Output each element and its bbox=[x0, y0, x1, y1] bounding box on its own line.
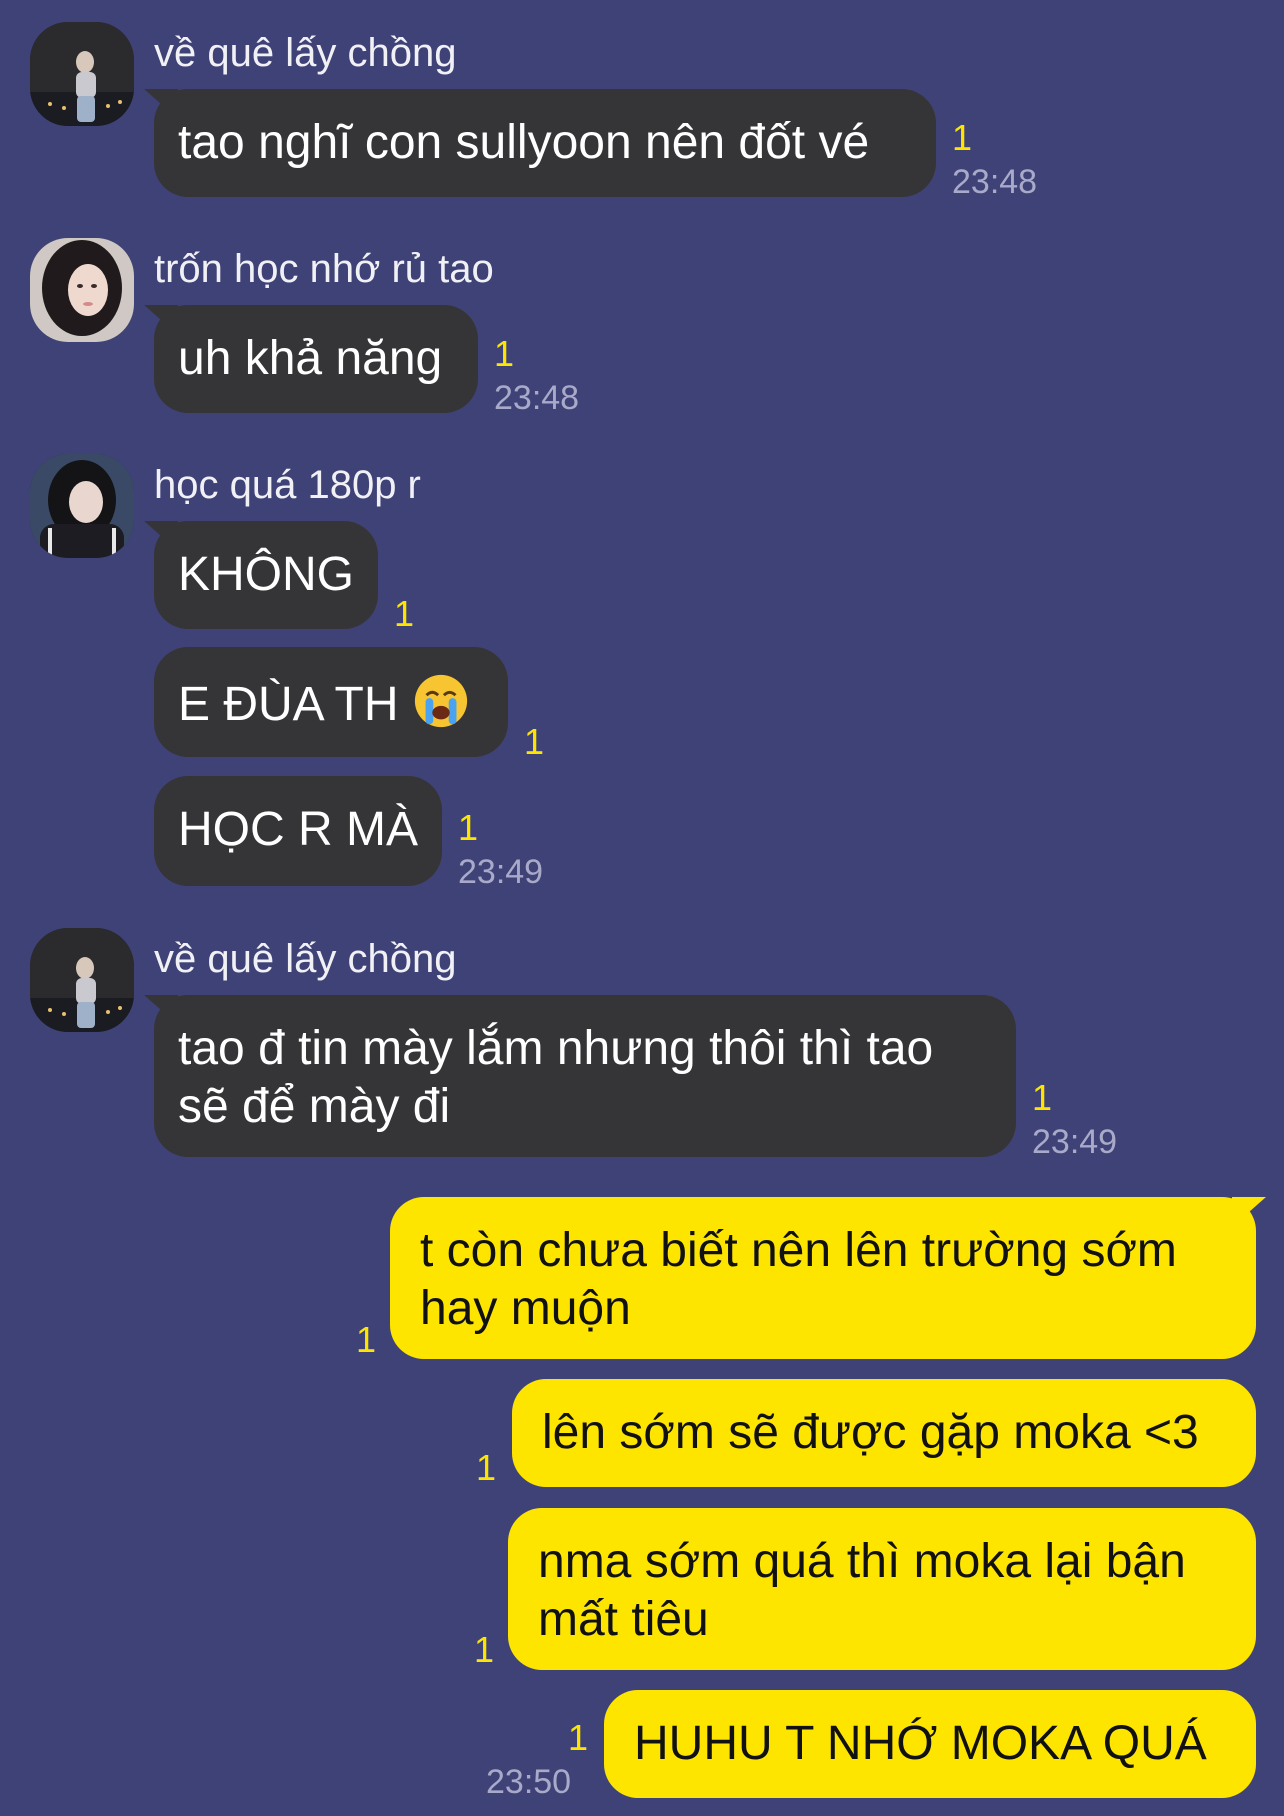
unread-count: 1 bbox=[476, 1447, 497, 1488]
message-time: 23:48 bbox=[494, 379, 580, 417]
message-bubble[interactable]: E ĐÙA TH bbox=[154, 647, 508, 757]
message-text-line: sẽ để mày đi bbox=[178, 1080, 451, 1133]
avatar-photo-icon bbox=[30, 928, 134, 1032]
message-time: 23:49 bbox=[1032, 1123, 1118, 1161]
message-text: lên sớm sẽ được gặp moka <3 bbox=[542, 1406, 1199, 1459]
unread-count: 1 bbox=[524, 721, 545, 762]
sender-name: học quá 180p r bbox=[154, 463, 421, 507]
message-text: E ĐÙA TH bbox=[178, 678, 399, 731]
message-bubble[interactable]: tao đ tin mày lắm nhưng thôi thì tao sẽ … bbox=[144, 995, 1016, 1157]
message-text-line: hay muộn bbox=[420, 1282, 631, 1335]
message-text-line: mất tiêu bbox=[538, 1593, 709, 1646]
unread-count: 1 bbox=[568, 1717, 589, 1758]
message-text: tao nghĩ con sullyoon nên đốt vé bbox=[178, 116, 870, 169]
bubble-tail bbox=[1232, 1197, 1266, 1227]
avatar-photo-icon bbox=[30, 238, 134, 342]
bubble-tail bbox=[144, 305, 178, 335]
message-time: 23:49 bbox=[458, 853, 544, 891]
avatar-photo-icon bbox=[30, 454, 134, 558]
sender-name: trốn học nhớ rủ tao bbox=[154, 247, 494, 291]
message-bubble[interactable]: HỌC R MÀ bbox=[154, 776, 442, 886]
message-text-line: nma sớm quá thì moka lại bận bbox=[538, 1535, 1186, 1588]
message-text-line: tao đ tin mày lắm nhưng thôi thì tao bbox=[178, 1022, 934, 1075]
unread-count: 1 bbox=[458, 807, 479, 848]
unread-count: 1 bbox=[1032, 1077, 1053, 1118]
message-time: 23:48 bbox=[952, 163, 1038, 201]
my-message-bubble[interactable]: lên sớm sẽ được gặp moka <3 bbox=[512, 1379, 1256, 1487]
loudly-crying-face-icon bbox=[414, 674, 467, 728]
my-message-bubble[interactable]: HUHU T NHỚ MOKA QUÁ bbox=[604, 1690, 1256, 1798]
message-text: KHÔNG bbox=[178, 548, 355, 601]
message-bubble[interactable]: KHÔNG bbox=[144, 521, 378, 629]
bubble-tail bbox=[144, 89, 178, 119]
avatar[interactable] bbox=[30, 928, 134, 1032]
message-bubble[interactable]: tao nghĩ con sullyoon nên đốt vé bbox=[144, 89, 936, 197]
unread-count: 1 bbox=[494, 333, 515, 374]
unread-count: 1 bbox=[356, 1319, 377, 1360]
message-text-line: t còn chưa biết nên lên trường sớm bbox=[420, 1224, 1177, 1277]
message-text: HUHU T NHỚ MOKA QUÁ bbox=[634, 1717, 1207, 1770]
avatar-photo-icon bbox=[30, 22, 134, 126]
my-message-bubble[interactable]: nma sớm quá thì moka lại bận mất tiêu bbox=[508, 1508, 1256, 1670]
sender-name: về quê lấy chồng bbox=[154, 937, 457, 981]
bubble-tail bbox=[144, 521, 178, 551]
unread-count: 1 bbox=[952, 117, 973, 158]
avatar[interactable] bbox=[30, 454, 134, 558]
sender-name: về quê lấy chồng bbox=[154, 31, 457, 75]
my-message-bubble[interactable]: t còn chưa biết nên lên trường sớm hay m… bbox=[390, 1197, 1266, 1359]
message-bubble[interactable]: uh khả năng bbox=[144, 305, 478, 413]
message-time: 23:50 bbox=[486, 1763, 572, 1801]
avatar[interactable] bbox=[30, 238, 134, 342]
bubble-tail bbox=[144, 995, 178, 1025]
message-text: uh khả năng bbox=[178, 332, 443, 385]
avatar[interactable] bbox=[30, 22, 134, 126]
unread-count: 1 bbox=[394, 593, 415, 634]
unread-count: 1 bbox=[474, 1629, 495, 1670]
message-text: HỌC R MÀ bbox=[178, 803, 418, 856]
